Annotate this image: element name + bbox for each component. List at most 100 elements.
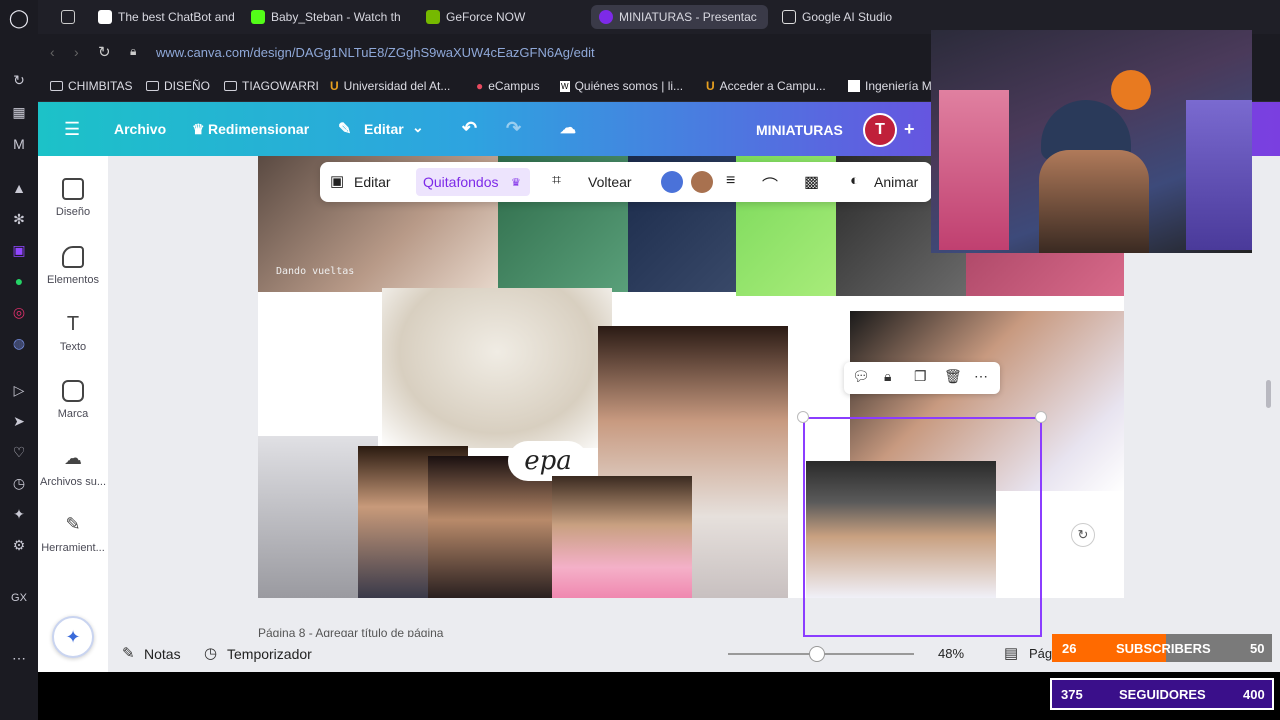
sidebar-item-archivos[interactable]: ☁ Archivos su... — [38, 448, 108, 488]
resize-handle[interactable] — [797, 411, 809, 423]
settings-gear-icon[interactable]: ⚙ — [9, 535, 29, 555]
clock-icon[interactable]: ◷ — [9, 473, 29, 493]
editar-menu[interactable]: Editar — [364, 121, 404, 137]
border-style-icon[interactable]: ≡ — [726, 172, 735, 190]
instagram-icon[interactable]: ◎ — [9, 302, 29, 322]
send-icon[interactable]: ➤ — [9, 411, 29, 431]
followers-goal: 400 — [1243, 687, 1265, 702]
folder-icon — [224, 81, 237, 91]
bookmark-item[interactable]: TIAGOWARRI — [224, 79, 319, 93]
text-icon: T — [66, 313, 80, 335]
forward-icon[interactable]: › — [74, 44, 79, 60]
gx-icon[interactable]: GX — [9, 588, 29, 608]
jersey-on-wall — [939, 90, 1009, 250]
streamer-face — [1039, 150, 1149, 253]
bookmark-item[interactable]: Ingeniería M — [848, 79, 932, 93]
kick-favicon-icon — [251, 10, 265, 24]
crop-icon[interactable]: ⌗ — [552, 172, 561, 190]
comment-icon[interactable]: 💬︎ — [852, 368, 870, 385]
pages-button[interactable]: Pág — [1029, 646, 1052, 661]
undo-icon[interactable]: ↶ — [462, 118, 477, 139]
bookmark-item[interactable]: U Universidad del At... — [330, 79, 450, 93]
redimensionar-button[interactable]: Redimensionar — [208, 121, 309, 137]
sidebar-item-marca[interactable]: Marca — [38, 380, 108, 420]
layout-icon — [62, 178, 84, 200]
zoom-slider-thumb[interactable] — [809, 646, 826, 662]
voltear-button[interactable]: Voltear — [588, 174, 632, 190]
lock-icon: 🔒︎ — [130, 44, 137, 58]
crown-icon: ♛ — [192, 121, 205, 137]
archivo-menu[interactable]: Archivo — [114, 121, 166, 137]
corner-rounding-icon[interactable]: ⌒ — [762, 172, 778, 196]
more-options-icon[interactable]: ⋯ — [974, 368, 988, 385]
bookmark-item[interactable]: DISEÑO — [146, 79, 210, 93]
scrollbar[interactable] — [1266, 380, 1271, 408]
zoom-level[interactable]: 48% — [938, 646, 964, 661]
design-title[interactable]: MINIATURAS — [756, 122, 843, 138]
resize-handle[interactable] — [1035, 411, 1047, 423]
magic-assistant-icon[interactable]: ✦ — [52, 616, 94, 658]
tab-workspace[interactable] — [58, 5, 78, 29]
upload-cloud-icon: ☁ — [64, 448, 82, 468]
tab-ai-studio[interactable]: Google AI Studio — [774, 5, 949, 29]
tab-geforce[interactable]: GeForce NOW — [418, 5, 568, 29]
mail-icon[interactable]: M — [9, 134, 29, 154]
duplicate-icon[interactable]: ❐ — [914, 368, 927, 385]
sidebar-item-texto[interactable]: T Texto — [38, 313, 108, 353]
brand-icon — [62, 380, 84, 402]
lock-icon[interactable]: 🔒︎ — [884, 368, 891, 385]
temporizador-button[interactable]: Temporizador — [227, 646, 312, 662]
heart-icon[interactable]: ♡ — [9, 442, 29, 462]
editar-image-button[interactable]: Editar — [354, 174, 391, 190]
image-edit-icon: ▣ — [330, 173, 345, 190]
canva-favicon-icon — [599, 10, 613, 24]
bookmark-item[interactable]: U Acceder a Campu... — [706, 79, 826, 93]
extensions-icon[interactable]: ✦ — [9, 504, 29, 524]
whatsapp-icon[interactable]: ● — [9, 271, 29, 291]
pumpkin-decoration — [1111, 70, 1151, 110]
cloud-saved-icon[interactable]: ☁ — [560, 118, 576, 138]
tab-canva[interactable]: MINIATURAS - Presentac — [591, 5, 768, 29]
image-caption: Dando vueltas — [276, 266, 355, 277]
color-swatch-brown[interactable] — [691, 171, 713, 193]
trash-icon[interactable]: 🗑︎ — [944, 368, 962, 385]
bookmark-label: CHIMBITAS — [68, 79, 133, 93]
animar-button[interactable]: Animar — [874, 174, 918, 190]
notas-button[interactable]: Notas — [144, 646, 181, 662]
aria-icon[interactable]: ▲ — [9, 178, 29, 198]
bookmark-item[interactable]: CHIMBITAS — [50, 79, 132, 93]
url-input[interactable]: www.canva.com/design/DAGg1NLTuE8/ZGghS9w… — [156, 45, 595, 60]
redo-icon[interactable]: ↷ — [506, 118, 521, 139]
sidebar-item-label: Herramient... — [41, 542, 105, 554]
menu-icon[interactable]: ☰ — [64, 119, 80, 140]
tab-chatbot[interactable]: The best ChatBot and W — [90, 5, 238, 29]
color-swatch-blue[interactable] — [661, 171, 683, 193]
plus-icon[interactable]: + — [904, 119, 915, 140]
transparency-icon[interactable]: ▩ — [804, 172, 819, 192]
opera-logo-icon[interactable]: ◯ — [9, 8, 29, 28]
tab-label: MINIATURAS - Presentac — [619, 10, 757, 24]
quitafondos-button[interactable]: Quitafondos — [423, 174, 499, 190]
chatgpt-icon[interactable]: ✻ — [9, 209, 29, 229]
bookmark-item[interactable]: W Quiénes somos | li... — [560, 79, 683, 93]
folder-icon — [50, 81, 63, 91]
selection-frame[interactable] — [803, 417, 1042, 637]
reload-icon[interactable]: ↻ — [98, 43, 111, 61]
bookmark-label: DISEÑO — [164, 79, 211, 93]
discord-icon[interactable]: ◍ — [9, 333, 29, 353]
ai-studio-favicon-icon — [782, 10, 796, 24]
tab-kick[interactable]: Baby_Steban - Watch th — [243, 5, 403, 29]
twitch-icon[interactable]: ▣ — [9, 240, 29, 260]
sidebar-item-herramientas[interactable]: ✎ Herramient... — [38, 514, 108, 554]
history-icon[interactable]: ↻ — [9, 70, 29, 90]
sidebar-item-diseno[interactable]: Diseño — [38, 178, 108, 218]
bookmark-item[interactable]: ● eCampus — [476, 79, 540, 93]
back-icon[interactable]: ‹ — [50, 44, 55, 60]
sidebar-item-elementos[interactable]: Elementos — [38, 246, 108, 286]
more-icon[interactable]: ⋯ — [9, 648, 29, 668]
notes-icon[interactable]: ▦ — [9, 102, 29, 122]
avatar[interactable]: T — [863, 113, 897, 147]
rotate-icon[interactable]: ↻ — [1071, 523, 1095, 547]
player-icon[interactable]: ▷ — [9, 380, 29, 400]
context-toolbar: ▣ Editar Quitafondos ♛ ⌗ Voltear ≡ ⌒ ▩ ◐… — [320, 162, 932, 202]
